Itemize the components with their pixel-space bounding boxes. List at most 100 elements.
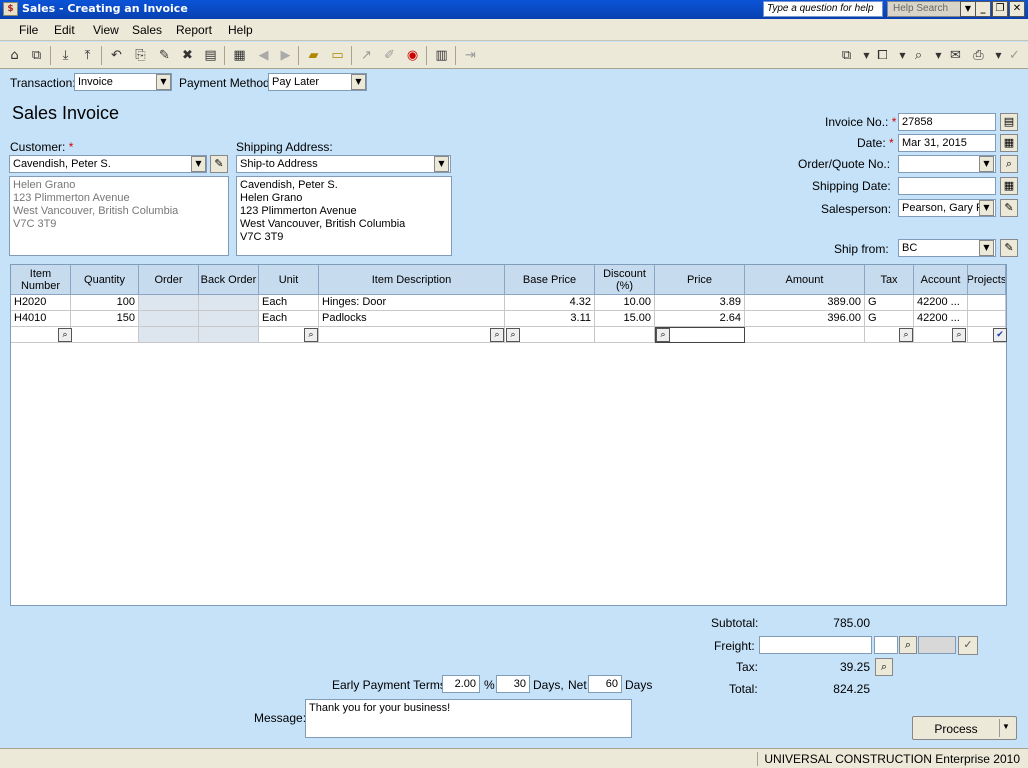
date-input[interactable]: Mar 31, 2015 <box>898 134 996 152</box>
chevron-down-icon[interactable]: ▼ <box>434 156 449 172</box>
remove-icon[interactable]: ✖ <box>179 47 196 64</box>
row3-description[interactable] <box>319 327 505 343</box>
minimize-button[interactable]: _ <box>975 1 991 17</box>
row2-quantity[interactable]: 150 <box>71 311 139 327</box>
customer-select[interactable]: Cavendish, Peter S. <box>9 155 207 173</box>
checkmark-icon[interactable]: ✓ <box>1006 47 1023 64</box>
chevron-down-icon[interactable]: ▼ <box>894 47 911 64</box>
row3-amount[interactable] <box>745 327 865 343</box>
restore-button[interactable]: ❐ <box>992 1 1008 17</box>
search-icon[interactable]: ⌕ <box>1000 155 1018 173</box>
search-icon[interactable]: ⌕ <box>656 328 670 342</box>
row1-account[interactable]: 42200 ... <box>914 295 968 311</box>
adjust-icon[interactable]: ↗ <box>358 47 375 64</box>
checkmark-icon[interactable]: ✓ <box>958 636 978 655</box>
menu-edit[interactable]: Edit <box>54 23 75 37</box>
search-icon[interactable]: ⌕ <box>304 328 318 342</box>
help-search-box[interactable]: Help Search <box>887 1 961 17</box>
close-button[interactable]: ✕ <box>1009 1 1025 17</box>
row1-tax[interactable]: G <box>865 295 914 311</box>
freight-input[interactable] <box>759 636 872 654</box>
row1-quantity[interactable]: 100 <box>71 295 139 311</box>
email-icon[interactable]: ✉ <box>947 47 964 64</box>
row2-account[interactable]: 42200 ... <box>914 311 968 327</box>
chevron-down-icon[interactable]: ▼ <box>191 156 206 172</box>
search-icon[interactable]: ⌕ <box>952 328 966 342</box>
row1-discount[interactable]: 10.00 <box>595 295 655 311</box>
row1-description[interactable]: Hinges: Door <box>319 295 505 311</box>
shipping-address-box[interactable]: Cavendish, Peter S. Helen Grano 123 Plim… <box>236 176 452 256</box>
menu-report[interactable]: Report <box>176 23 212 37</box>
chevron-down-icon[interactable]: ▼ <box>1002 722 1010 731</box>
upload-icon[interactable]: ⤒ <box>79 47 96 64</box>
copy-icon[interactable]: ⎘ <box>132 47 149 64</box>
early-payment-percent-input[interactable]: 2.00 <box>442 675 480 693</box>
row2-base-price[interactable]: 3.11 <box>505 311 595 327</box>
chevron-down-icon[interactable]: ▼ <box>930 47 947 64</box>
search-icon[interactable]: ⌕ <box>506 328 520 342</box>
menu-view[interactable]: View <box>93 23 119 37</box>
track-shipment-icon[interactable]: ◉ <box>404 47 421 64</box>
recall-icon[interactable]: ▤ <box>202 47 219 64</box>
lookup-icon[interactable]: ✎ <box>156 47 173 64</box>
row2-discount[interactable]: 15.00 <box>595 311 655 327</box>
edit-icon[interactable]: ✐ <box>381 47 398 64</box>
export-icon[interactable]: ⇥ <box>462 47 479 64</box>
preview-icon[interactable]: ⌕ <box>910 47 927 64</box>
row2-amount[interactable]: 396.00 <box>745 311 865 327</box>
chevron-down-icon[interactable]: ▼ <box>351 74 366 90</box>
print-options-icon[interactable]: ⧠ <box>874 47 891 64</box>
row1-base-price[interactable]: 4.32 <box>505 295 595 311</box>
row2-description[interactable]: Padlocks <box>319 311 505 327</box>
row1-projects[interactable] <box>968 295 1006 311</box>
help-question-input[interactable]: Type a question for help <box>763 1 883 17</box>
previous-icon[interactable]: ◀ <box>255 47 272 64</box>
invoice-no-input[interactable]: 27858 <box>898 113 996 131</box>
edit-salesperson-icon[interactable]: ✎ <box>1000 199 1018 217</box>
search-icon[interactable]: ⌕ <box>58 328 72 342</box>
row1-unit[interactable]: Each <box>259 295 319 311</box>
row3-discount[interactable] <box>595 327 655 343</box>
search-icon[interactable]: ⌕ <box>490 328 504 342</box>
search-icon[interactable]: ⌕ <box>899 328 913 342</box>
chevron-down-icon[interactable]: ▼ <box>979 240 994 256</box>
menu-sales[interactable]: Sales <box>132 23 162 37</box>
row1-amount[interactable]: 389.00 <box>745 295 865 311</box>
search-icon[interactable]: ⌕ <box>899 636 917 654</box>
printer-icon[interactable]: ⎙ <box>970 47 987 64</box>
chevron-down-icon[interactable]: ▼ <box>979 156 994 172</box>
row2-item-number[interactable]: H4010 <box>11 311 71 327</box>
calculator-icon[interactable]: ▥ <box>433 47 450 64</box>
deposit-icon[interactable]: ▭ <box>329 47 346 64</box>
journal-icon[interactable]: ▦ <box>231 47 248 64</box>
undo-icon[interactable]: ↶ <box>108 47 125 64</box>
row1-item-number[interactable]: H2020 <box>11 295 71 311</box>
help-dropdown-icon[interactable]: ▼ <box>960 1 976 17</box>
menu-help[interactable]: Help <box>228 23 253 37</box>
menu-file[interactable]: File <box>19 23 38 37</box>
shipping-address-select[interactable]: Ship-to Address <box>236 155 451 173</box>
calendar-icon[interactable]: ▦ <box>1000 177 1018 195</box>
form-options-icon[interactable]: ⧉ <box>838 47 855 64</box>
chevron-down-icon[interactable]: ▼ <box>858 47 875 64</box>
freight-tax-input[interactable] <box>874 636 898 654</box>
chevron-down-icon[interactable]: ▼ <box>156 74 171 90</box>
calendar-icon[interactable]: ▦ <box>1000 134 1018 152</box>
process-button[interactable]: Process ▼ <box>912 716 1017 740</box>
row2-tax[interactable]: G <box>865 311 914 327</box>
switch-window-icon[interactable]: ⧉ <box>28 47 45 64</box>
row2-unit[interactable]: Each <box>259 311 319 327</box>
edit-customer-icon[interactable]: ✎ <box>210 155 228 173</box>
row3-quantity[interactable] <box>71 327 139 343</box>
row2-projects[interactable] <box>968 311 1006 327</box>
row1-price[interactable]: 3.89 <box>655 295 745 311</box>
home-icon[interactable]: ⌂ <box>6 47 23 64</box>
save-icon[interactable]: ⤓ <box>57 47 74 64</box>
message-input[interactable]: Thank you for your business! <box>305 699 632 738</box>
chevron-down-icon[interactable]: ▼ <box>979 200 994 216</box>
early-payment-days-input[interactable]: 30 <box>496 675 530 693</box>
checkmark-icon[interactable]: ✔ <box>993 328 1007 342</box>
lookup-invoice-icon[interactable]: ▤ <box>1000 113 1018 131</box>
next-icon[interactable]: ▶ <box>277 47 294 64</box>
row2-price[interactable]: 2.64 <box>655 311 745 327</box>
